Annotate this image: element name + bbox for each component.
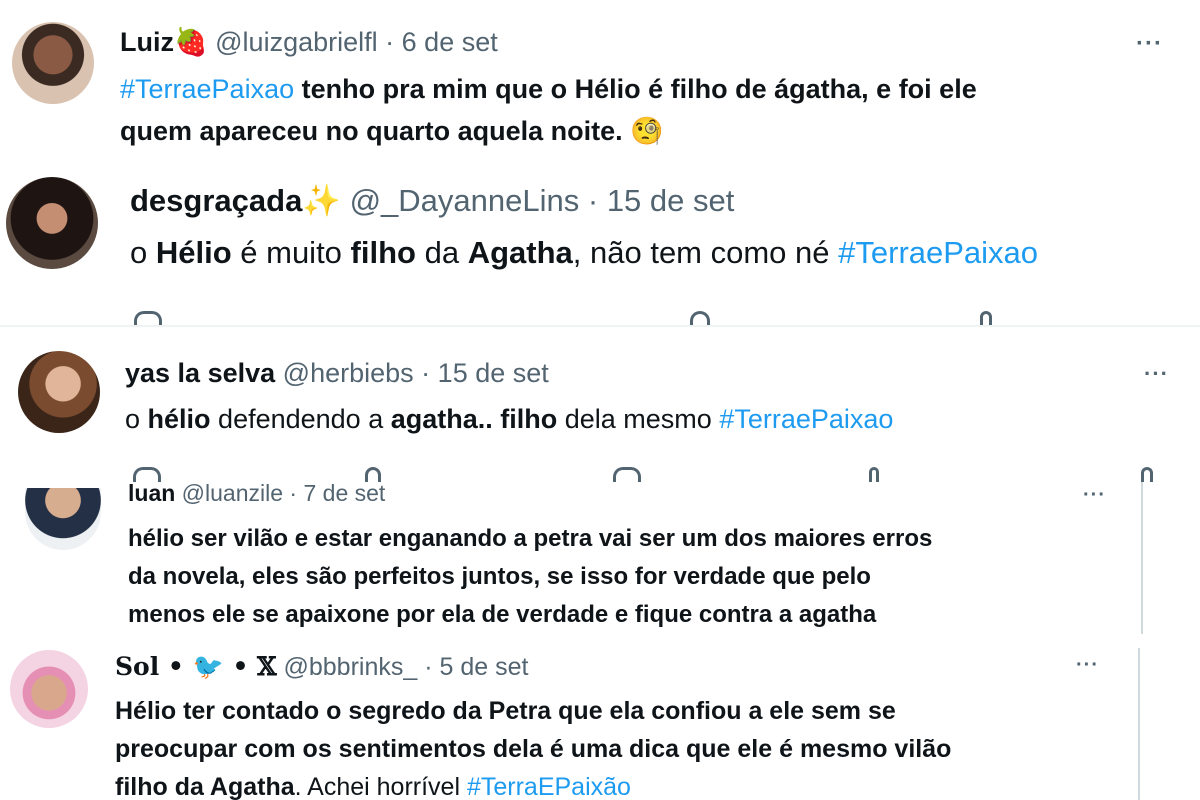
more-options-icon[interactable]: ··· bbox=[1144, 361, 1169, 387]
avatar[interactable] bbox=[6, 177, 98, 269]
text-span: , não tem como né bbox=[572, 235, 839, 270]
tweet-date[interactable]: 7 de set bbox=[303, 482, 385, 506]
user-name[interactable]: desgraçada bbox=[130, 183, 302, 218]
tweet-date[interactable]: 15 de set bbox=[607, 183, 735, 218]
hashtag-link[interactable]: #TerraePaixao bbox=[838, 235, 1038, 270]
divider bbox=[1141, 482, 1143, 634]
retweet-icon[interactable] bbox=[365, 467, 381, 482]
tweet-header: 𝐒𝐨𝐥 • 🐦 • 𝕏 @bbbrinks_ · 5 de set bbox=[115, 652, 528, 682]
more-options-icon[interactable]: ··· bbox=[1076, 654, 1099, 677]
like-icon[interactable] bbox=[613, 467, 641, 482]
share-icon[interactable] bbox=[1141, 467, 1153, 482]
tweet-text-line: hélio ser vilão e estar enganando a petr… bbox=[128, 525, 933, 552]
avatar[interactable] bbox=[25, 488, 101, 550]
user-name[interactable]: luan bbox=[128, 482, 175, 506]
text-span: da bbox=[415, 235, 468, 270]
hashtag-link[interactable]: #TerraEPaixão bbox=[467, 773, 631, 800]
tweet-text-line: Hélio ter contado o segredo da Petra que… bbox=[115, 697, 896, 725]
tweet-card[interactable]: desgraçada✨ @_DayanneLins · 15 de set o … bbox=[0, 165, 1200, 325]
share-icon[interactable] bbox=[980, 311, 992, 325]
tweet-header: luan @luanzile · 7 de set bbox=[128, 482, 385, 507]
emoji-icon: 🍓 bbox=[174, 27, 208, 57]
separator-dot: · bbox=[587, 183, 599, 218]
text-span: agatha.. bbox=[390, 404, 493, 434]
text-span: Hélio bbox=[155, 235, 232, 270]
text-span: hélio bbox=[147, 404, 211, 434]
text-span: Agatha bbox=[467, 235, 573, 270]
tweet-text-line: da novela, eles são perfeitos juntos, se… bbox=[128, 563, 871, 590]
hashtag-link[interactable]: #TerraePaixao bbox=[719, 404, 893, 434]
reply-icon[interactable] bbox=[134, 311, 162, 325]
user-handle[interactable]: @luizgabrielfl bbox=[215, 27, 377, 57]
text-span: o bbox=[130, 235, 156, 270]
separator-dot: · bbox=[385, 27, 395, 57]
more-options-icon[interactable]: ··· bbox=[1136, 30, 1163, 58]
action-bar bbox=[125, 467, 1165, 482]
text-span: tenho pra mim que o Hélio é filho de ága… bbox=[294, 74, 977, 104]
user-name[interactable]: yas la selva bbox=[125, 358, 275, 388]
more-options-icon[interactable]: ··· bbox=[1083, 484, 1106, 507]
avatar[interactable] bbox=[10, 650, 88, 728]
tweet-date[interactable]: 5 de set bbox=[440, 653, 529, 681]
tweet-text-line: quem apareceu no quarto aquela noite. 🧐 bbox=[120, 112, 664, 150]
tweet-card[interactable]: 𝐒𝐨𝐥 • 🐦 • 𝕏 @bbbrinks_ · 5 de set ··· Hé… bbox=[0, 644, 1140, 800]
views-icon[interactable] bbox=[869, 467, 879, 482]
text-span: é muito bbox=[231, 235, 351, 270]
user-handle[interactable]: @_DayanneLins bbox=[350, 183, 580, 218]
text-span: o bbox=[125, 404, 148, 434]
tweet-header: yas la selva @herbiebs · 15 de set bbox=[125, 358, 549, 389]
reply-icon[interactable] bbox=[133, 467, 161, 482]
tweet-card[interactable]: luan @luanzile · 7 de set ··· hélio ser … bbox=[0, 482, 1143, 634]
user-handle[interactable]: @bbbrinks_ bbox=[283, 653, 417, 681]
divider bbox=[1138, 648, 1140, 800]
like-icon[interactable] bbox=[690, 311, 710, 325]
monocle-face-icon: 🧐 bbox=[630, 116, 664, 146]
text-span: . Achei horrível bbox=[294, 773, 467, 800]
text-span: filho bbox=[350, 235, 416, 270]
user-handle[interactable]: @luanzile bbox=[182, 482, 283, 506]
text-span: filho da Agatha bbox=[115, 773, 295, 800]
tweet-date[interactable]: 15 de set bbox=[438, 358, 549, 388]
text-span: dela mesmo bbox=[557, 404, 720, 434]
tweet-text-line: o Hélio é muito filho da Agatha, não tem… bbox=[130, 233, 1038, 273]
text-span: quem apareceu no quarto aquela noite. bbox=[120, 116, 631, 146]
tweet-card[interactable]: yas la selva @herbiebs · 15 de set ··· o… bbox=[0, 327, 1200, 482]
sparkles-icon: ✨ bbox=[302, 183, 341, 218]
tweet-date[interactable]: 6 de set bbox=[402, 27, 498, 57]
separator-dot: · bbox=[424, 653, 433, 681]
text-span: filho bbox=[500, 404, 558, 434]
tweet-text-line: preocupar com os sentimentos dela é uma … bbox=[115, 735, 952, 763]
tweet-text-line: menos ele se apaixone por ela de verdade… bbox=[128, 601, 877, 628]
user-name[interactable]: 𝐒𝐨𝐥 • 🐦 • 𝕏 bbox=[115, 652, 277, 681]
action-bar bbox=[130, 311, 1030, 325]
user-handle[interactable]: @herbiebs bbox=[283, 358, 414, 388]
tweet-header: Luiz🍓 @luizgabrielfl · 6 de set bbox=[120, 26, 498, 58]
tweet-text-line: #TerraePaixao tenho pra mim que o Hélio … bbox=[120, 70, 977, 108]
text-span: defendendo a bbox=[210, 404, 391, 434]
separator-dot: · bbox=[421, 358, 431, 388]
avatar[interactable] bbox=[18, 351, 100, 433]
tweet-card[interactable]: Luiz🍓 @luizgabrielfl · 6 de set ··· #Ter… bbox=[0, 0, 1200, 165]
user-name[interactable]: Luiz bbox=[120, 27, 174, 57]
separator-dot: · bbox=[289, 482, 298, 506]
tweet-text-line: o hélio defendendo a agatha.. filho dela… bbox=[125, 401, 893, 437]
tweet-text-line: filho da Agatha. Achei horrível #TerraEP… bbox=[115, 768, 631, 800]
hashtag-link[interactable]: #TerraePaixao bbox=[120, 74, 294, 104]
avatar[interactable] bbox=[12, 22, 94, 104]
tweet-header: desgraçada✨ @_DayanneLins · 15 de set bbox=[130, 182, 734, 219]
